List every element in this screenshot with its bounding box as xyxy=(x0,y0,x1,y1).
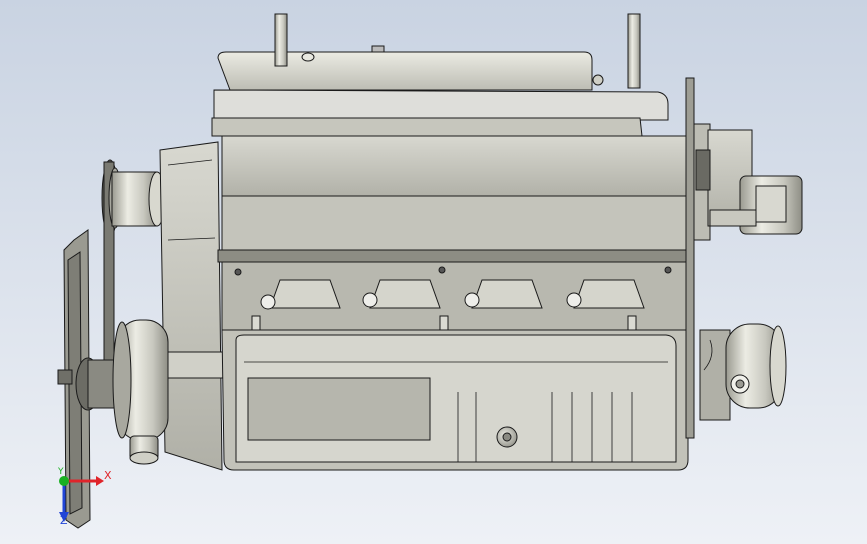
y-axis-dot xyxy=(59,476,69,486)
z-axis-label: Z xyxy=(60,514,68,527)
valve-cover[interactable] xyxy=(211,13,669,137)
starter-motor[interactable] xyxy=(699,323,787,421)
x-axis-label: X xyxy=(104,469,112,482)
x-axis-head xyxy=(96,476,104,486)
engine-block[interactable] xyxy=(221,261,689,333)
cylinder-head[interactable] xyxy=(217,135,691,263)
distributor-assembly[interactable] xyxy=(695,129,803,235)
timing-cover[interactable] xyxy=(159,141,224,471)
engine-model[interactable]: X Y Z xyxy=(0,0,867,544)
y-axis-label: Y xyxy=(57,467,64,477)
cad-viewport[interactable]: X Y Z xyxy=(0,0,867,544)
oil-pan[interactable] xyxy=(221,329,689,471)
